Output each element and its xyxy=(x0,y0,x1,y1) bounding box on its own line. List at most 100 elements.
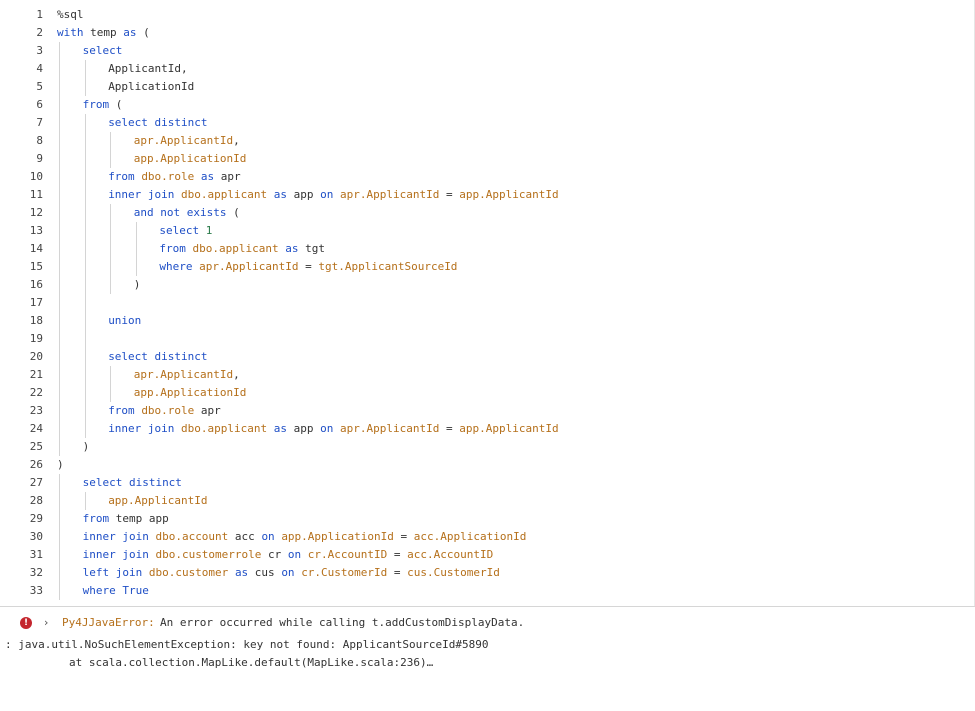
code-text: with temp as ( xyxy=(57,24,150,42)
code-line[interactable]: 1 %sql xyxy=(0,6,960,24)
error-header[interactable]: ! › Py4JJavaError: An error occurred whi… xyxy=(20,615,524,631)
code-token: on xyxy=(320,188,334,201)
code-line[interactable]: 16) xyxy=(0,276,960,294)
code-text: ) xyxy=(57,456,64,474)
code-text: apr.ApplicantId, xyxy=(134,366,240,384)
code-token: %sql xyxy=(57,8,84,21)
code-line[interactable]: 14 from dbo.applicant as tgt xyxy=(0,240,960,258)
code-token: apr.ApplicantId xyxy=(199,260,299,273)
code-token: as xyxy=(273,422,288,435)
code-token: inner join xyxy=(82,530,149,543)
code-line[interactable]: 24 inner join dbo.applicant as app on apr… xyxy=(0,420,960,438)
code-line[interactable]: 15 where apr.ApplicantId = tgt.ApplicantS… xyxy=(0,258,960,276)
code-token: ( xyxy=(109,98,123,111)
code-line[interactable]: 6 from ( xyxy=(0,96,960,114)
code-token: on xyxy=(261,530,275,543)
code-line[interactable]: 30 inner join dbo.account acc on app.Appl… xyxy=(0,528,960,546)
line-number: 17 xyxy=(29,296,43,309)
code-token: inner join xyxy=(108,188,175,201)
line-number: 19 xyxy=(29,332,43,345)
code-token: from xyxy=(82,98,110,111)
code-token: , xyxy=(233,368,240,381)
indent-guide xyxy=(84,492,86,510)
code-line[interactable]: 2 with temp as ( xyxy=(0,24,960,42)
code-token: from xyxy=(159,242,186,255)
code-line[interactable]: 11 inner join dbo.applicant as app on apr… xyxy=(0,186,960,204)
code-token: cr xyxy=(261,548,288,561)
code-line[interactable]: 19 xyxy=(0,330,960,348)
code-line[interactable]: 20 select distinct xyxy=(0,348,960,366)
code-token: dbo.account xyxy=(155,530,229,543)
code-line[interactable]: 17 xyxy=(0,294,960,312)
sql-code-editor[interactable]: 1 %sql 2 with temp as (3 select 4 ApplicantId,… xyxy=(0,0,975,606)
code-token: = xyxy=(298,260,319,273)
code-line[interactable]: 12 and not exists ( xyxy=(0,204,960,222)
code-text: apr.ApplicantId, xyxy=(134,132,240,150)
code-text: from ( xyxy=(83,96,123,114)
code-text: where True xyxy=(83,582,149,600)
line-number: 33 xyxy=(29,584,43,597)
code-line[interactable]: 28 app.ApplicantId xyxy=(0,492,960,510)
code-line[interactable]: 9 app.ApplicationId xyxy=(0,150,960,168)
code-token: union xyxy=(108,314,142,327)
code-text: app.ApplicationId xyxy=(134,150,247,168)
code-token: select distinct xyxy=(108,116,208,129)
code-line[interactable]: 27 select distinct xyxy=(0,474,960,492)
code-token: dbo.applicant xyxy=(192,242,279,255)
code-token: inner join xyxy=(82,548,149,561)
line-number: 28 xyxy=(29,494,43,507)
code-token: select distinct xyxy=(82,476,182,489)
line-number: 18 xyxy=(29,314,43,327)
code-line[interactable]: 31 inner join dbo.customerrole cr on cr.A… xyxy=(0,546,960,564)
code-text: inner join dbo.applicant as app on apr.A… xyxy=(108,420,558,438)
line-number: 26 xyxy=(29,458,43,471)
code-token: tgt.ApplicantSourceId xyxy=(318,260,458,273)
code-line[interactable]: 23 from dbo.role apr xyxy=(0,402,960,420)
line-number: 11 xyxy=(29,188,43,201)
line-number: 12 xyxy=(29,206,43,219)
code-token: from xyxy=(108,404,135,417)
code-line[interactable]: 4 ApplicantId, xyxy=(0,60,960,78)
code-token: ( xyxy=(226,206,240,219)
code-token: as xyxy=(200,170,215,183)
code-line[interactable]: 32 left join dbo.customer as cus on cr.Cu… xyxy=(0,564,960,582)
error-circle-icon: ! xyxy=(20,617,32,629)
code-line[interactable]: 22 app.ApplicationId xyxy=(0,384,960,402)
code-line[interactable]: 3 select xyxy=(0,42,960,60)
code-line[interactable]: 7 select distinct xyxy=(0,114,960,132)
code-token: dbo.customer xyxy=(148,566,229,579)
code-line[interactable]: 26) xyxy=(0,456,960,474)
code-token: app xyxy=(287,188,321,201)
code-line[interactable]: 8 apr.ApplicantId, xyxy=(0,132,960,150)
code-token: select xyxy=(82,44,123,57)
indent-guide xyxy=(59,474,60,600)
code-line[interactable]: 18 union xyxy=(0,312,960,330)
code-line[interactable]: 5 ApplicationId xyxy=(0,78,960,96)
code-line[interactable]: 10 from dbo.role as apr xyxy=(0,168,960,186)
code-line[interactable]: 21 apr.ApplicantId, xyxy=(0,366,960,384)
code-line[interactable]: 13 select 1 xyxy=(0,222,960,240)
code-text: inner join dbo.account acc on app.Applic… xyxy=(83,528,527,546)
line-number: 30 xyxy=(29,530,43,543)
code-text: ApplicationId xyxy=(108,78,194,96)
code-token: dbo.role xyxy=(141,170,195,183)
code-token: cr.AccountID xyxy=(307,548,388,561)
error-type: Py4JJavaError: xyxy=(62,616,155,629)
code-line[interactable]: 29 from temp app xyxy=(0,510,960,528)
line-number: 23 xyxy=(29,404,43,417)
code-text: where apr.ApplicantId = tgt.ApplicantSou… xyxy=(159,258,457,276)
code-token: dbo.customerrole xyxy=(155,548,262,561)
code-token: temp xyxy=(83,26,124,39)
line-number: 31 xyxy=(29,548,43,561)
code-line[interactable]: 33 where True xyxy=(0,582,960,600)
indent-guide xyxy=(84,114,86,438)
chevron-right-icon[interactable]: › xyxy=(44,615,48,631)
code-line[interactable]: 25) xyxy=(0,438,960,456)
stack-trace-line: at scala.collection.MapLike.default(MapL… xyxy=(69,656,434,669)
stack-trace-line: : java.util.NoSuchElementException: key … xyxy=(5,638,489,651)
code-token: on xyxy=(287,548,302,561)
